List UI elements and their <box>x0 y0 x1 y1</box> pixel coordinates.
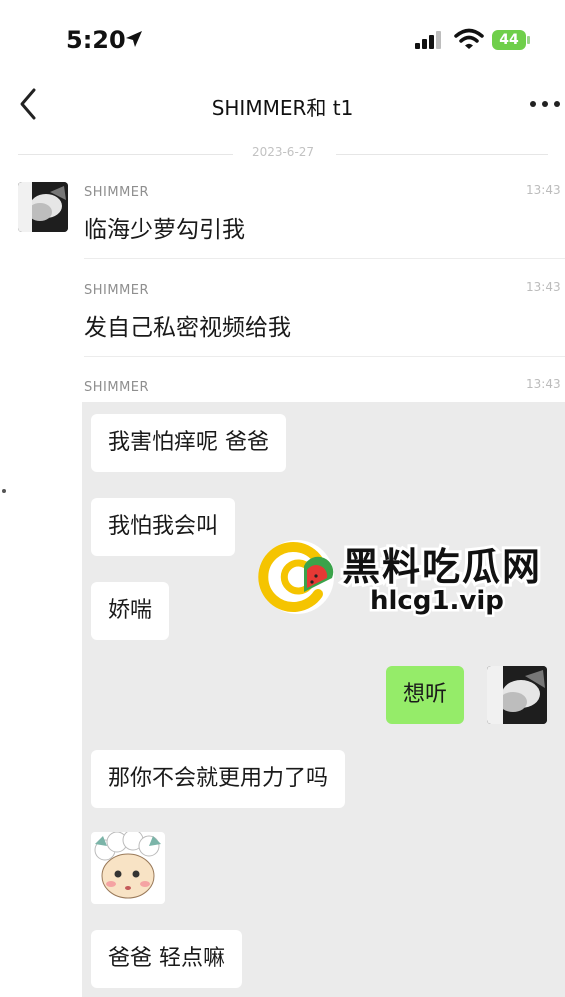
location-arrow-icon <box>126 31 142 47</box>
message-time: 13:43 <box>526 377 561 391</box>
cellular-signal-icon <box>415 31 441 49</box>
battery-level: 44 <box>492 30 526 50</box>
self-avatar <box>487 666 547 724</box>
watermelon-logo-icon <box>258 540 334 614</box>
battery-indicator: 44 <box>492 30 530 50</box>
date-divider: 2023-6-27 <box>18 144 548 164</box>
message-separator <box>84 356 565 357</box>
chat-bubble-left: 爸爸 轻点嘛 <box>91 930 242 988</box>
message-time: 13:43 <box>526 280 561 294</box>
message-sender: SHIMMER <box>84 185 150 200</box>
date-label: 2023-6-27 <box>251 145 315 159</box>
status-bar: 5:20 44 <box>0 0 565 78</box>
chat-bubble-left: 那你不会就更用力了吗 <box>91 750 346 808</box>
chat-bubble-left: 娇喘 <box>91 582 170 640</box>
watermark-site-url: hlcg1.vip <box>368 584 507 619</box>
message-text: 临海少萝勾引我 <box>84 217 245 243</box>
message-text: 发自己私密视频给我 <box>84 315 291 341</box>
status-time: 5:20 <box>66 26 126 54</box>
battery-tip <box>527 36 530 44</box>
chat-bubble-left: 我害怕痒呢 爸爸 <box>91 414 286 472</box>
message-separator <box>84 258 565 259</box>
sheep-sticker-icon <box>91 829 165 904</box>
chat-bubble-right: 想听 <box>386 666 465 724</box>
sender-avatar[interactable] <box>18 182 68 232</box>
wifi-icon <box>454 28 484 49</box>
avatar-photo-icon <box>487 666 547 724</box>
embedded-screenshot[interactable]: 我害怕痒呢 爸爸 我怕我会叫 娇喘 想听 那你不会就更用力了吗 爸爸 轻点嘛 <box>82 402 565 997</box>
message-time: 13:43 <box>526 183 561 197</box>
message-sender: SHIMMER <box>84 380 150 395</box>
avatar-photo-icon <box>18 182 68 232</box>
message-sender: SHIMMER <box>84 283 150 298</box>
more-options-icon[interactable] <box>528 98 562 110</box>
divider-line-right <box>336 154 548 155</box>
chat-bubble-left: 我怕我会叫 <box>91 498 236 556</box>
watermark-site-name: 黑料吃瓜网 <box>339 542 543 592</box>
stray-dot <box>2 489 6 493</box>
chat-title: SHIMMER和 t1 <box>211 96 354 120</box>
navigation-bar: SHIMMER和 t1 <box>0 78 565 134</box>
